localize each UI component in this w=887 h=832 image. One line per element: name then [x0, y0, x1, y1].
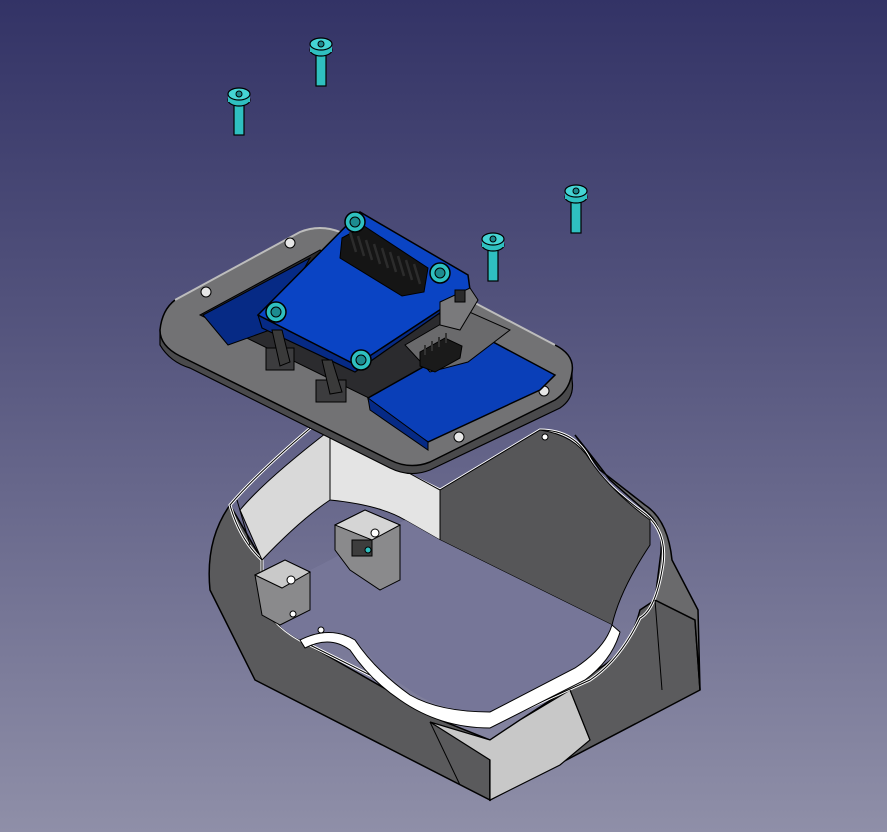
plate-hole: [453, 431, 465, 443]
screw[interactable]: [309, 37, 333, 87]
screw[interactable]: [227, 87, 251, 136]
bracket-left-hole: [286, 575, 296, 585]
plate-hole: [284, 237, 296, 249]
cad-scene[interactable]: [0, 0, 887, 832]
bracket-center-nut: [364, 546, 372, 554]
housing-hole: [289, 610, 297, 618]
board-screw[interactable]: [265, 301, 287, 323]
3d-viewport[interactable]: [0, 0, 887, 832]
housing-hole: [541, 433, 549, 441]
board-screw[interactable]: [350, 349, 372, 371]
screw[interactable]: [481, 232, 505, 282]
board-screw[interactable]: [429, 262, 451, 284]
bracket-center-hole: [370, 528, 380, 538]
board-screw[interactable]: [344, 211, 366, 233]
plate-hole: [200, 286, 212, 298]
support-slot: [454, 289, 466, 303]
lower-housing[interactable]: [208, 418, 701, 802]
housing-hole: [317, 626, 325, 634]
screw[interactable]: [564, 184, 588, 234]
